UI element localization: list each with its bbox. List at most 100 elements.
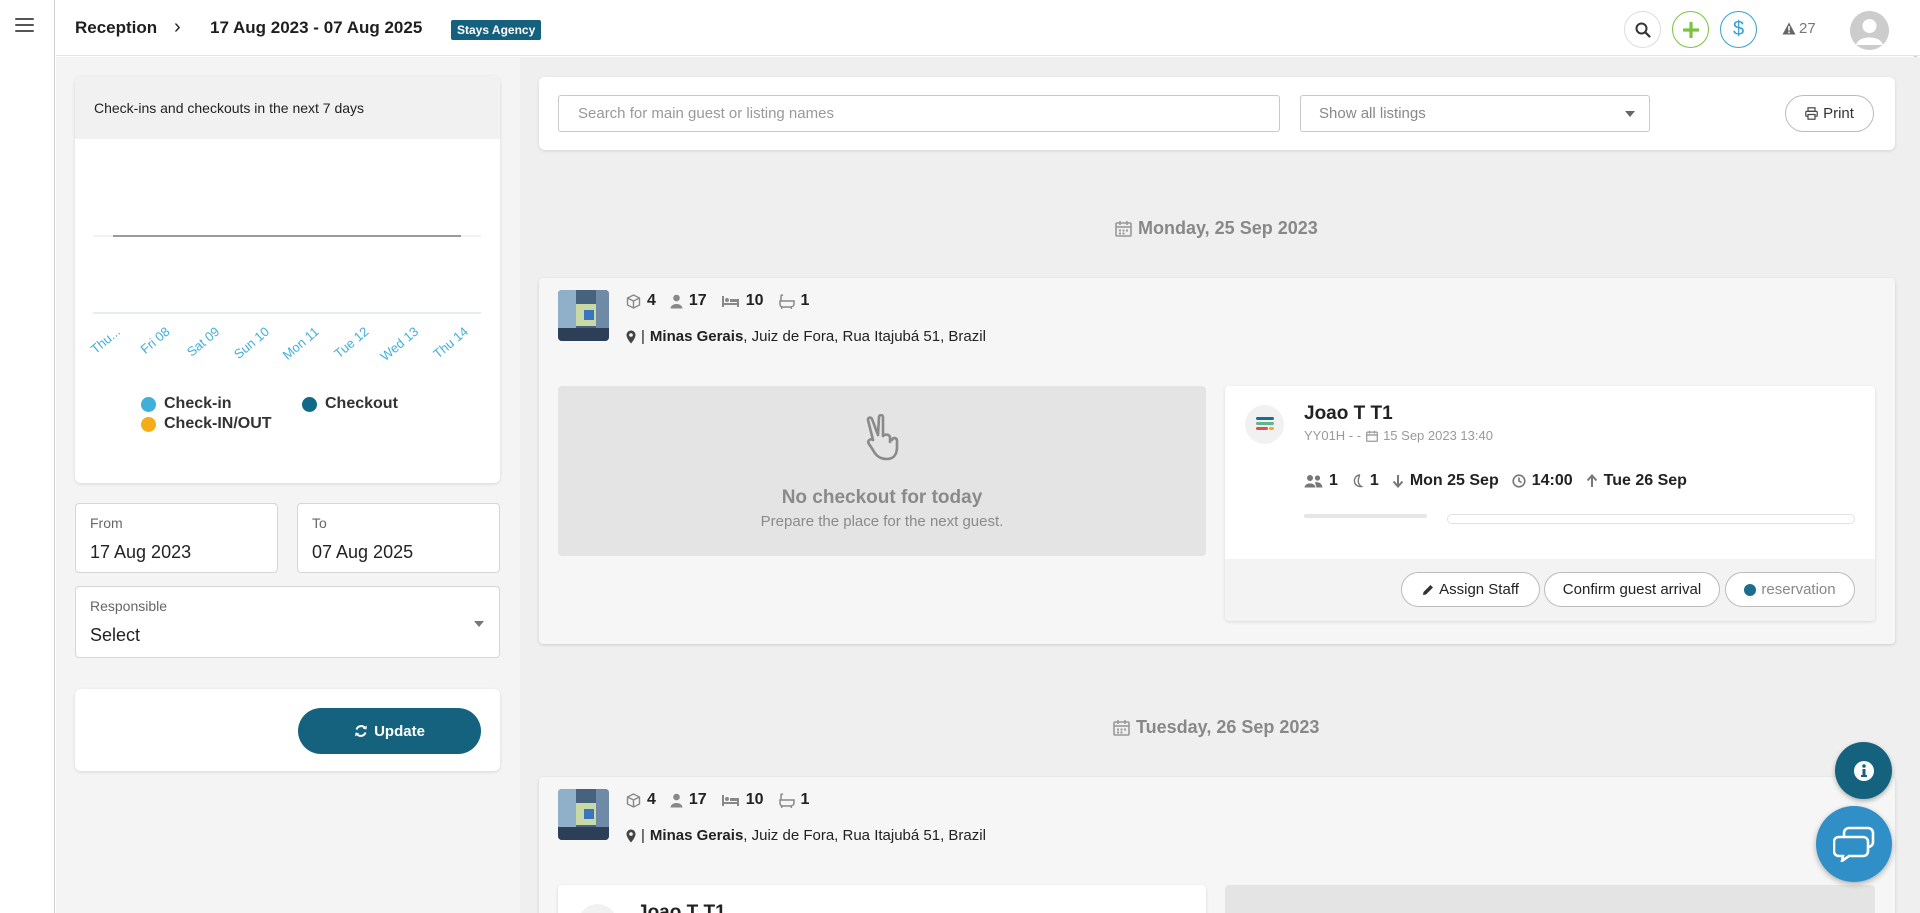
dollar-icon: $ [1732, 18, 1745, 40]
date-heading-2: Tuesday, 26 Sep 2023 [1113, 717, 1319, 738]
agency-badge: Stays Agency [451, 20, 542, 40]
map-marker-icon [626, 829, 636, 842]
legend-checkinout-label: Check-IN/OUT [164, 415, 272, 432]
baths-count: 1 [800, 292, 810, 309]
rooms-stat: 4 [626, 791, 656, 809]
people-count: 1 [1329, 472, 1338, 489]
rooms-count: 4 [647, 791, 656, 808]
plus-icon [1682, 21, 1699, 38]
address-rest: , Juiz de Fora, Rua Itajubá 51, Brazil [743, 328, 986, 345]
guest-name[interactable]: Joao T T1 [637, 902, 726, 913]
beds-stat: 10 [721, 791, 764, 809]
alerts-count: 27 [1799, 20, 1816, 37]
address-rest: , Juiz de Fora, Rua Itajubá 51, Brazil [743, 827, 986, 844]
chevron-down-icon [1625, 111, 1635, 117]
beds-count: 10 [745, 292, 764, 309]
reservation-source-icon [578, 904, 617, 913]
calendar-icon [1366, 430, 1379, 442]
legend-checkout: Checkout [302, 395, 398, 413]
print-button[interactable]: Print [1785, 95, 1874, 132]
reservation-card-2[interactable]: Joao T T1 [558, 885, 1206, 913]
rooms-stat: 4 [626, 292, 656, 310]
reservation-details: 1 1 Mon 25 Sep 14:00 Tue 26 Sep [1304, 472, 1687, 490]
chart-x-tick-label: Thu 14 [430, 324, 471, 362]
reservation-code: YY01H - - [1304, 428, 1362, 443]
user-icon [1850, 11, 1889, 50]
no-checkout-subtitle: Prepare the place for the next guest. [760, 513, 1004, 530]
legend-checkin: Check-in [141, 395, 232, 413]
legend-checkin-dot [141, 396, 156, 412]
chevron-down-icon [474, 621, 484, 627]
legend-checkout-dot [302, 396, 317, 412]
bath-icon [778, 293, 795, 309]
address-state: Minas Gerais [649, 827, 744, 844]
confirm-arrival-button[interactable]: Confirm guest arrival [1544, 572, 1720, 607]
calendar-icon [1115, 221, 1132, 237]
address-separator: | [641, 328, 645, 345]
moon-icon [1353, 474, 1364, 488]
legend-checkinout: Check-IN/OUT [141, 415, 272, 433]
update-button[interactable]: Update [298, 708, 481, 754]
chart-x-tick-label: Sat 09 [184, 324, 222, 360]
reservation-card[interactable]: Joao T T1 YY01H - - 15 Sep 2023 13:40 1 … [1225, 386, 1875, 621]
search-button[interactable] [1624, 11, 1661, 48]
listing-stats: 4 17 10 1 [626, 292, 809, 310]
nights-stat: 1 [1351, 472, 1379, 490]
listings-select[interactable]: Show all listings [1300, 95, 1650, 132]
legend-checkout-label: Checkout [325, 395, 398, 412]
update-label: Update [374, 722, 425, 740]
reservation-button[interactable]: reservation [1725, 572, 1855, 607]
top-bar: Reception › 17 Aug 2023 - 07 Aug 2025 St… [56, 0, 1920, 56]
listings-value: Show all listings [1319, 105, 1426, 122]
user-icon [670, 294, 683, 308]
reservation-label: reservation [1761, 581, 1836, 598]
legend-checkinout-dot [141, 416, 156, 432]
no-checkout-panel: No checkout for today Prepare the place … [558, 386, 1206, 556]
breadcrumb-date-range[interactable]: 17 Aug 2023 - 07 Aug 2025 [210, 18, 422, 38]
checkins-chart-card: Check-ins and checkouts in the next 7 da… [75, 76, 500, 483]
guests-count: 17 [688, 292, 707, 309]
date-heading-1: Monday, 25 Sep 2023 [1115, 218, 1318, 239]
to-value: 07 Aug 2025 [312, 542, 414, 562]
listing-thumbnail[interactable] [558, 789, 609, 840]
info-button[interactable] [1835, 742, 1892, 799]
finance-button[interactable]: $ [1720, 11, 1757, 48]
to-date-field[interactable]: To 07 Aug 2025 [297, 503, 500, 573]
nights-count: 1 [1369, 472, 1379, 489]
from-date-field[interactable]: From 17 Aug 2023 [75, 503, 278, 573]
cube-icon [626, 293, 641, 309]
reservation-meta: YY01H - - 15 Sep 2023 13:40 [1304, 428, 1493, 443]
search-input[interactable]: Search for main guest or listing names [558, 95, 1280, 132]
guests-stat: 17 [670, 292, 707, 310]
info-icon [1853, 760, 1874, 781]
rooms-count: 4 [647, 292, 656, 309]
menu-icon[interactable] [15, 18, 34, 33]
responsible-label: Responsible [90, 598, 168, 614]
filter-bar: Search for main guest or listing names S… [539, 77, 1895, 150]
people-stat: 1 [1304, 472, 1338, 490]
listing-address[interactable]: | Minas Gerais, Juiz de Fora, Rua Itajub… [626, 328, 986, 345]
calendar-icon [1113, 720, 1130, 736]
chat-button[interactable] [1816, 806, 1892, 882]
responsible-select[interactable]: Responsible Select [75, 586, 500, 658]
assign-staff-button[interactable]: Assign Staff [1401, 572, 1540, 607]
chart-x-tick-label: Thu... [88, 324, 123, 357]
user-icon [670, 793, 683, 807]
checkin-stat: Mon 25 Sep [1392, 472, 1499, 490]
chart-x-tick-label: Mon 11 [280, 324, 322, 363]
bath-icon [778, 792, 795, 808]
add-button[interactable] [1672, 11, 1709, 48]
guest-name[interactable]: Joao T T1 [1304, 403, 1393, 425]
reservation-status-dot [1744, 583, 1757, 596]
from-label: From [90, 515, 123, 531]
from-value: 17 Aug 2023 [90, 542, 192, 562]
baths-stat: 1 [778, 292, 810, 310]
alerts-indicator[interactable]: 27 [1782, 20, 1816, 37]
date-heading-2-text: Tuesday, 26 Sep 2023 [1136, 717, 1320, 737]
user-avatar[interactable] [1850, 11, 1889, 50]
listing-address[interactable]: | Minas Gerais, Juiz de Fora, Rua Itajub… [626, 827, 986, 844]
listing-thumbnail[interactable] [558, 290, 609, 341]
breadcrumb-reception[interactable]: Reception [75, 18, 157, 38]
search-icon [1635, 22, 1651, 38]
pencil-icon [1423, 584, 1434, 595]
